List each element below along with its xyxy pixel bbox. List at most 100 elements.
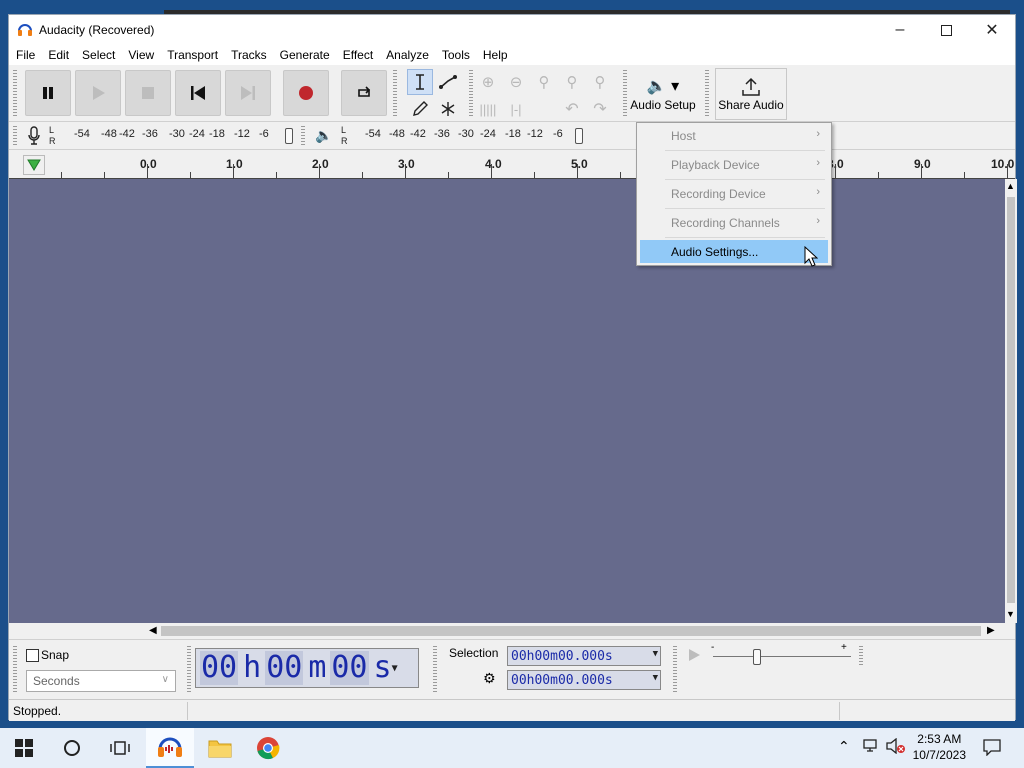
toolbar-grip[interactable] [433, 646, 437, 692]
toolbar-grip[interactable] [187, 646, 191, 692]
menu-help[interactable]: Help [476, 48, 514, 62]
skip-to-start-button[interactable] [175, 70, 221, 116]
menu-item-label: Recording Channels [671, 215, 780, 230]
taskbar-clock[interactable]: 2:53 AM 10/7/2023 [913, 731, 966, 763]
taskbar-chrome[interactable] [244, 728, 292, 768]
toolbar-grip[interactable] [301, 126, 305, 146]
loop-button[interactable] [341, 70, 387, 116]
audio-setup-button[interactable]: 🔈 ▾ Audio Setup [629, 68, 697, 120]
chevron-right-icon: › [816, 128, 820, 140]
scroll-right-icon[interactable]: ▶ [987, 625, 995, 636]
snap-checkbox[interactable] [26, 649, 39, 662]
speaker-icon[interactable]: 🔈 [315, 127, 332, 144]
trim-button[interactable]: ||||| [475, 96, 501, 122]
play-speed-slider[interactable] [753, 649, 761, 665]
toolbar-grip[interactable] [705, 70, 709, 118]
menu-select[interactable]: Select [75, 48, 121, 62]
scroll-left-icon[interactable]: ◀ [149, 625, 157, 636]
menu-tracks[interactable]: Tracks [224, 48, 273, 62]
selection-start-time[interactable]: 00h00m00.000s ▼ [507, 646, 661, 666]
horizontal-scrollbar[interactable]: ◀ ▶ [9, 623, 1005, 639]
fit-selection-button[interactable]: ⚲ [531, 69, 557, 95]
record-volume-slider[interactable] [285, 128, 293, 144]
snap-unit-select[interactable]: Seconds ∨ [26, 670, 176, 692]
notification-icon[interactable] [982, 738, 1002, 759]
play-head-marker-icon[interactable] [23, 155, 45, 175]
menu-item-host[interactable]: Host › [640, 124, 828, 147]
toolbar-grip[interactable] [13, 126, 17, 146]
start-button[interactable] [0, 728, 48, 768]
task-view-button[interactable] [96, 728, 144, 768]
horizontal-scroll-thumb[interactable] [161, 626, 981, 636]
minimize-button[interactable]: – [877, 15, 923, 45]
playback-volume-slider[interactable] [575, 128, 583, 144]
envelope-tool-button[interactable] [435, 69, 461, 95]
undo-button[interactable]: ↶ [559, 96, 585, 122]
menu-item-playback-device[interactable]: Playback Device › [640, 153, 828, 176]
menu-item-recording-device[interactable]: Recording Device › [640, 182, 828, 205]
stop-icon [142, 87, 154, 99]
scroll-down-icon[interactable]: ▼ [1006, 609, 1015, 619]
selection-toolbar: Snap Seconds ∨ 00 h 00 m 00 s ▼ Selectio… [9, 639, 1015, 697]
chevron-up-icon[interactable]: ⌃ [838, 738, 850, 755]
selection-end-time[interactable]: 00h00m00.000s ▼ [507, 670, 661, 690]
pause-button[interactable] [25, 70, 71, 116]
volume-muted-icon[interactable] [886, 737, 906, 757]
menu-item-audio-settings[interactable]: Audio Settings... [640, 240, 828, 263]
scroll-up-icon[interactable]: ▲ [1006, 181, 1015, 191]
menu-effect[interactable]: Effect [336, 48, 379, 62]
menu-file[interactable]: File [9, 48, 41, 62]
time-format-dropdown-icon[interactable]: ▼ [392, 663, 398, 674]
skip-to-end-button[interactable] [225, 70, 271, 116]
menu-tools[interactable]: Tools [435, 48, 476, 62]
menu-generate[interactable]: Generate [273, 48, 336, 62]
slider-plus-icon: + [841, 642, 847, 653]
close-button[interactable]: ✕ [969, 15, 1015, 45]
record-button[interactable] [283, 70, 329, 116]
microphone-icon[interactable] [27, 126, 41, 149]
zoom-toggle-icon: ⚲ [594, 74, 606, 91]
redo-button[interactable]: ↷ [587, 96, 613, 122]
toolbar-grip[interactable] [393, 70, 397, 118]
chevron-down-icon[interactable]: ▼ [653, 673, 658, 683]
track-panel[interactable] [9, 179, 1005, 623]
play-at-speed-button[interactable] [683, 644, 705, 666]
toolbar-grip[interactable] [859, 646, 863, 666]
menu-view[interactable]: View [121, 48, 160, 62]
toolbar-grip[interactable] [13, 70, 17, 118]
maximize-button[interactable] [923, 15, 969, 45]
search-button[interactable] [48, 728, 96, 768]
multi-tool-button[interactable] [435, 96, 461, 122]
toolbar-grip[interactable] [673, 646, 677, 692]
zoom-in-button[interactable]: ⊕ [475, 69, 501, 95]
play-speed-slider-track[interactable] [713, 656, 851, 657]
silence-button[interactable]: |-| [503, 96, 529, 122]
time-display[interactable]: 00 h 00 m 00 s ▼ [195, 648, 419, 688]
taskbar-audacity[interactable] [146, 728, 194, 768]
play-button[interactable] [75, 70, 121, 116]
fit-project-button[interactable]: ⚲ [559, 69, 585, 95]
toolbar-grip[interactable] [469, 70, 473, 118]
menu-item-recording-channels[interactable]: Recording Channels › [640, 211, 828, 234]
title-bar: Audacity (Recovered) – ✕ [9, 15, 1015, 45]
zoom-toggle-button[interactable]: ⚲ [587, 69, 613, 95]
toolbar-grip[interactable] [623, 70, 627, 118]
loop-icon [358, 86, 371, 97]
menu-edit[interactable]: Edit [41, 48, 75, 62]
speaker-dropdown-icon: 🔈 ▾ [646, 78, 680, 95]
draw-tool-button[interactable] [407, 96, 433, 122]
taskbar-file-explorer[interactable] [196, 728, 244, 768]
zoom-out-button[interactable]: ⊖ [503, 69, 529, 95]
selection-tool-button[interactable] [407, 69, 433, 95]
share-audio-button[interactable]: Share Audio [715, 68, 787, 120]
menu-transport[interactable]: Transport [160, 48, 224, 62]
timeline-ruler[interactable]: 0.0 1.0 2.0 3.0 4.0 5.0 8.0 9.0 10.0 [9, 151, 1015, 179]
network-icon[interactable] [862, 738, 880, 757]
stop-button[interactable] [125, 70, 171, 116]
chevron-down-icon[interactable]: ▼ [653, 649, 658, 659]
vertical-scrollbar[interactable]: ▲ ▼ [1005, 179, 1017, 623]
menu-analyze[interactable]: Analyze [379, 48, 435, 62]
vertical-scroll-thumb[interactable] [1007, 197, 1015, 603]
gear-icon[interactable]: ⚙ [483, 670, 496, 687]
toolbar-grip[interactable] [13, 646, 17, 692]
